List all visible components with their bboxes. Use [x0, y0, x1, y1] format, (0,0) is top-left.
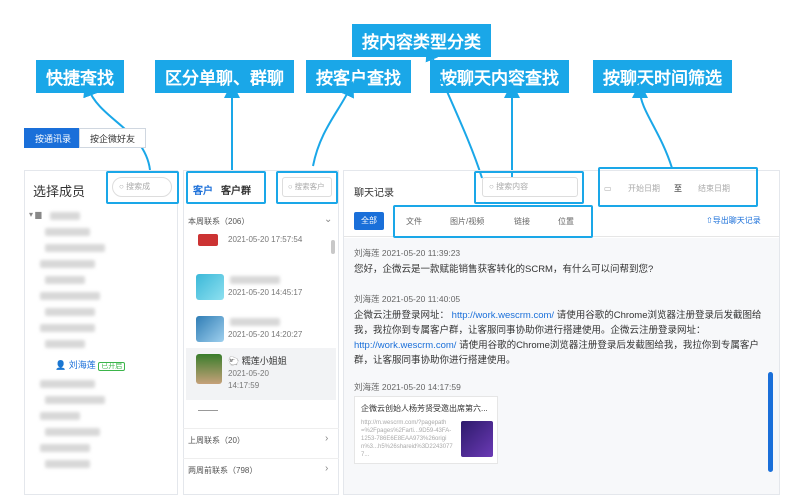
selected-member-name: 刘海莲	[68, 360, 96, 370]
date-separator: 至	[674, 184, 682, 193]
message-link[interactable]: http://work.wescrm.com/	[452, 310, 554, 321]
list-item[interactable]: 2021-05-20 17:57:54	[186, 230, 326, 260]
filter-location-tab[interactable]: 位置	[558, 216, 574, 227]
org-tree-item[interactable]	[45, 396, 105, 404]
org-tree-item[interactable]	[40, 444, 90, 452]
org-tree-item[interactable]	[45, 244, 105, 252]
export-chat-button[interactable]: ⇧导出聊天记录	[706, 215, 761, 226]
export-label: 导出聊天记录	[712, 216, 761, 225]
callout-split-chat: 区分单聊、群聊	[155, 60, 294, 93]
two-weeks-label: 两周前联系（798）	[188, 466, 258, 475]
link-card[interactable]: 企微云创始人杨芳贤受邀出席第六... http://m.wescrm.com/?…	[354, 396, 498, 464]
callout-by-content-type: 按内容类型分类	[352, 24, 491, 57]
avatar	[196, 274, 224, 300]
customer-time: 2021-05-20 14:20:27	[228, 330, 303, 339]
tab-customer[interactable]: 客户	[193, 182, 213, 197]
org-tree-item[interactable]	[45, 428, 100, 436]
customer-time: 2021-05-20 17:57:54	[228, 235, 303, 244]
message-meta: 刘海莲 2021-05-20 14:17:59	[354, 382, 461, 392]
customer-search-input[interactable]: ○ 搜索客户	[282, 177, 332, 197]
org-tree-item[interactable]	[40, 380, 95, 388]
customer-time: 2021-05-20 14:45:17	[228, 288, 303, 297]
callout-by-time: 按聊天时间筛选	[593, 60, 732, 93]
content-search-input[interactable]: ○ 搜索内容	[482, 177, 578, 197]
chevron-right-icon: ›	[325, 433, 329, 444]
org-tree-item[interactable]	[40, 412, 80, 420]
message-meta: 刘海莲 2021-05-20 11:40:05	[354, 294, 461, 304]
avatar	[196, 354, 222, 384]
start-date-input[interactable]: 开始日期	[628, 180, 660, 198]
member-panel-title: 选择成员	[33, 184, 86, 199]
tab-by-wecom-friend[interactable]: 按企微好友	[79, 128, 147, 148]
end-date-input[interactable]: 结束日期	[698, 180, 730, 198]
link-card-title: 企微云创始人杨芳贤受邀出席第六...	[361, 404, 488, 413]
callout-quick-search: 快捷查找	[36, 60, 124, 93]
last-week-group[interactable]: 上周联系（20） ›	[183, 428, 339, 450]
filter-all-button[interactable]: 全部	[354, 212, 384, 230]
org-tree-item[interactable]	[40, 324, 95, 332]
link-card-url: http://m.wescrm.com/?pagepath=%2Fpages%2…	[361, 420, 453, 458]
divider	[198, 410, 218, 411]
two-weeks-group[interactable]: 两周前联系（798） ›	[183, 458, 339, 480]
member-search-placeholder: 搜索成	[126, 182, 151, 191]
callout-by-chat-content: 按聊天内容查找	[430, 60, 569, 93]
selected-member-row[interactable]: 👤 刘海莲 已开启	[55, 358, 126, 372]
org-tree-item[interactable]	[40, 292, 100, 300]
org-tree-item[interactable]	[50, 212, 80, 220]
list-item-selected[interactable]: 🐑 糯莲小姐姐 2021-05-20 14:17:59	[186, 348, 336, 400]
member-search-input[interactable]: ○ 搜索成	[112, 177, 172, 197]
customer-time: 2021-05-20 14:17:59	[228, 369, 269, 390]
callout-by-customer: 按客户查找	[306, 60, 411, 93]
search-icon: ○	[288, 182, 293, 191]
org-tree-item[interactable]	[45, 276, 85, 284]
user-icon: 👤	[55, 360, 67, 370]
message-scrollbar[interactable]	[768, 372, 773, 472]
tree-expand-icon[interactable]: ▾ ▆	[29, 210, 41, 219]
org-tree-item[interactable]	[45, 228, 90, 236]
message-text-part: 企微云注册登录网址：	[354, 310, 450, 321]
avatar	[196, 316, 224, 342]
date-range-picker[interactable]: ▭ 开始日期 至 结束日期	[604, 180, 752, 198]
last-week-label: 上周联系（20）	[188, 436, 245, 445]
scrollbar[interactable]	[331, 240, 335, 254]
customer-name: 🐑 糯莲小姐姐	[228, 356, 287, 366]
this-week-group[interactable]: 本周联系（206）	[188, 216, 249, 227]
message-link[interactable]: http://work.wescrm.com/	[354, 340, 456, 351]
customer-name	[230, 318, 280, 326]
customer-search-placeholder: 搜索客户	[294, 182, 325, 191]
search-icon: ○	[489, 182, 494, 191]
org-tree-item[interactable]	[40, 260, 95, 268]
list-item[interactable]: 2021-05-20 14:45:17	[186, 272, 326, 306]
chevron-right-icon: ›	[325, 463, 329, 474]
filter-media-tab[interactable]: 图片/视频	[450, 216, 484, 227]
avatar	[198, 234, 218, 246]
filter-link-tab[interactable]: 链接	[514, 216, 530, 227]
tab-by-roster[interactable]: 按通讯录	[24, 128, 83, 148]
link-card-thumbnail	[461, 421, 493, 457]
export-icon: ⇧	[706, 216, 713, 225]
calendar-icon: ▭	[604, 184, 612, 193]
org-tree-item[interactable]	[45, 308, 95, 316]
search-icon: ○	[119, 182, 124, 191]
customer-name	[230, 276, 280, 284]
content-search-placeholder: 搜索内容	[496, 182, 529, 191]
chevron-down-icon[interactable]: ⌄	[324, 214, 332, 225]
tab-customer-group[interactable]: 客户群	[221, 182, 251, 197]
message-text: 您好，企微云是一款赋能销售获客转化的SCRM，有什么可以问帮到您?	[354, 264, 654, 275]
chat-panel-title: 聊天记录	[354, 188, 394, 199]
message-meta: 刘海莲 2021-05-20 11:39:23	[354, 248, 461, 258]
status-badge: 已开启	[98, 362, 126, 371]
message-text: 企微云注册登录网址： http://work.wescrm.com/ 请使用谷歌…	[354, 308, 766, 368]
list-item[interactable]: 2021-05-20 14:20:27	[186, 314, 326, 348]
org-tree-item[interactable]	[45, 340, 85, 348]
filter-file-tab[interactable]: 文件	[406, 216, 422, 227]
org-tree-item[interactable]	[45, 460, 90, 468]
